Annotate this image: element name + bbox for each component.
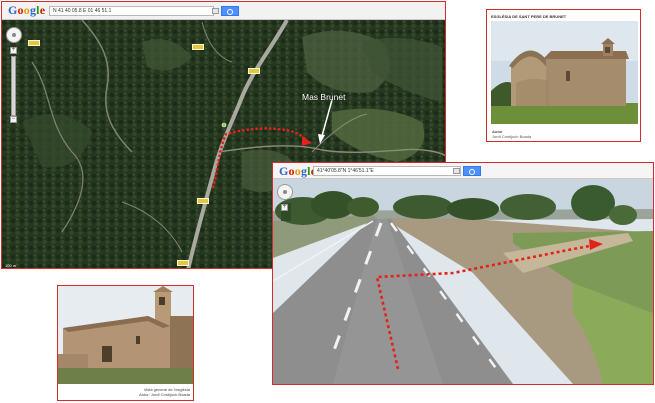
- road-label-marker: [248, 68, 260, 74]
- map-toolbar: Google N 41 40 05.8 E 01 46 51.1: [2, 2, 445, 20]
- street-search-button[interactable]: [463, 166, 481, 176]
- map-search-input[interactable]: N 41 40 05.8 E 01 46 51.1: [49, 6, 214, 16]
- zoom-in-button[interactable]: +: [10, 47, 17, 54]
- church-title: ESGLÉSIA DE SANT PERE DE BRUNET: [491, 14, 567, 19]
- google-logo: Google: [8, 3, 46, 17]
- map-search-button[interactable]: [221, 6, 239, 16]
- street-view-panel[interactable]: Google 41°40'05.8"N 1°46'51.1"E +: [272, 162, 654, 385]
- map-scale: 100 m: [5, 263, 17, 268]
- keyboard-icon[interactable]: [212, 8, 219, 14]
- pan-control-icon[interactable]: [277, 184, 293, 200]
- keyboard-icon[interactable]: [453, 168, 460, 174]
- zoom-in-button[interactable]: +: [281, 204, 288, 211]
- street-view-toolbar: Google 41°40'05.8"N 1°46'51.1"E: [273, 163, 653, 179]
- road-label-marker: [192, 44, 204, 50]
- church-general-view-photo: [58, 286, 193, 384]
- road-label-marker: [197, 198, 209, 204]
- church-caption: Autor Jordi Contijoch Boada: [492, 129, 531, 139]
- photo-caption-line2: Autor: Jordi Contijoch Boada: [139, 392, 190, 397]
- road-label-marker: [177, 260, 189, 266]
- road-label-marker: [28, 40, 40, 46]
- zoom-out-button[interactable]: −: [10, 116, 17, 123]
- google-logo: Google: [279, 164, 316, 178]
- place-label-mas-brunet: Mas Brunet: [302, 92, 346, 102]
- photo-caption: Vista general de l'església Autor: Jordi…: [139, 387, 190, 397]
- pan-control-icon[interactable]: [6, 27, 22, 43]
- zoom-slider[interactable]: [11, 56, 16, 116]
- church-photo-panel: Vista general de l'església Autor: Jordi…: [57, 285, 194, 401]
- street-search-input[interactable]: 41°40'05.8"N 1°46'51.1"E: [313, 166, 461, 176]
- church-info-panel: ESGLÉSIA DE SANT PERE DE BRUNET Autor Jo…: [486, 9, 641, 142]
- street-view-imagery[interactable]: [273, 163, 653, 384]
- caption-author: Jordi Contijoch Boada: [492, 134, 532, 139]
- church-photo: [491, 21, 638, 124]
